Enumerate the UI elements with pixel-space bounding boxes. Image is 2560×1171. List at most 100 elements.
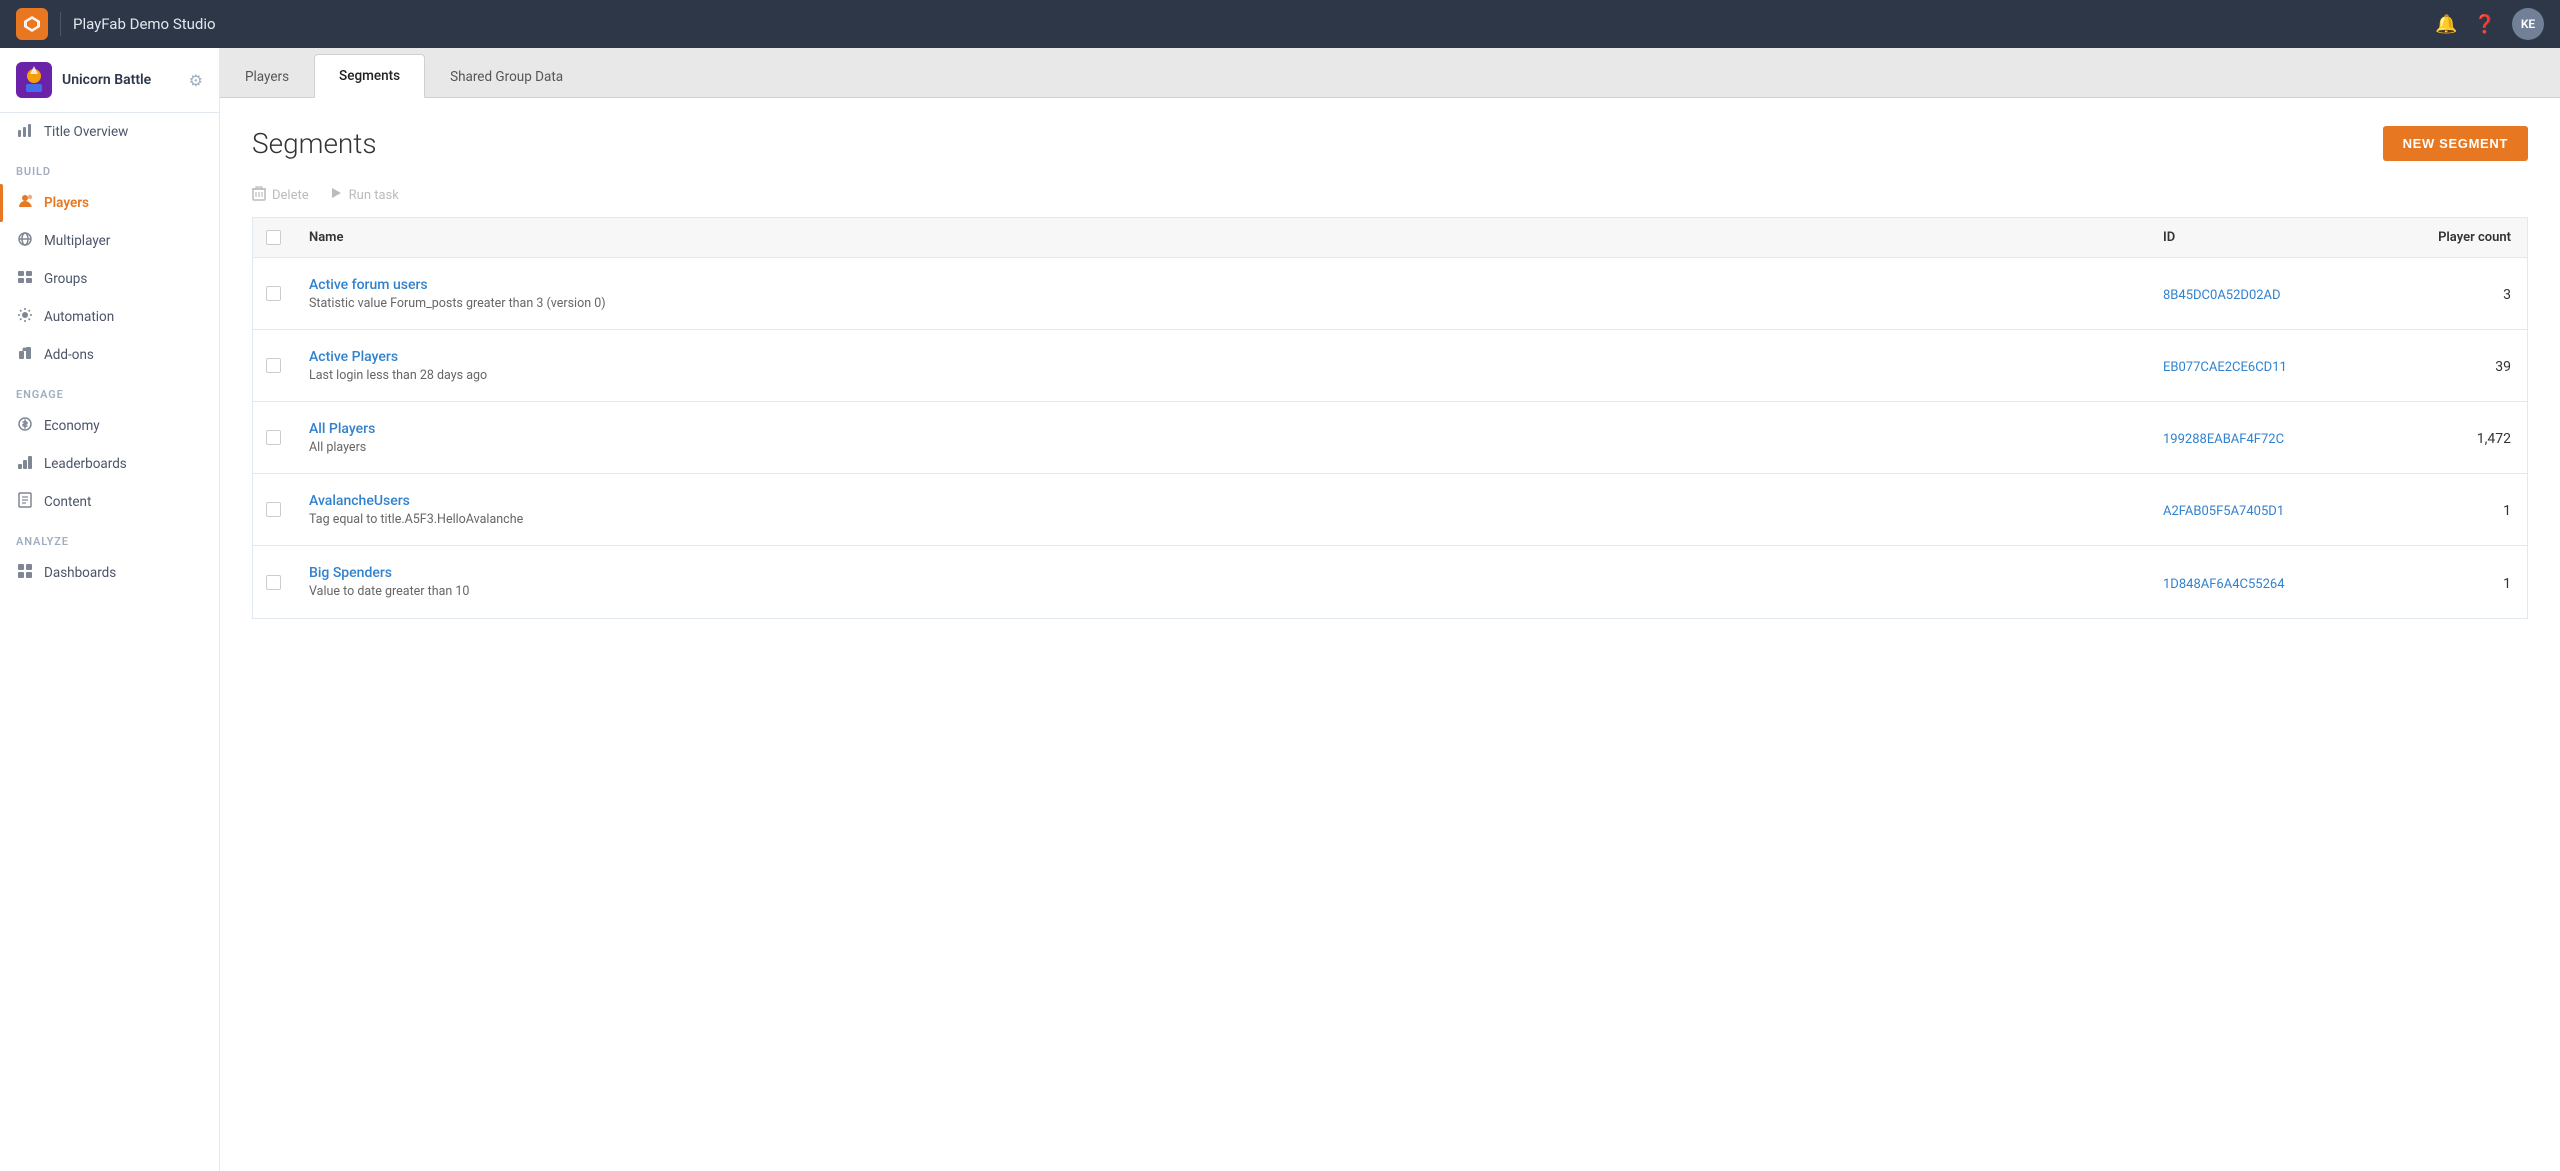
select-all-checkbox[interactable] (266, 230, 281, 245)
segment-desc: Last login less than 28 days ago (309, 368, 2131, 383)
nav-actions: 🔔 ❓ KE (2435, 8, 2544, 40)
sidebar-item-players[interactable]: Players (0, 184, 219, 222)
help-icon[interactable]: ❓ (2474, 14, 2496, 35)
run-task-label: Run task (349, 188, 399, 203)
row-5-checkbox[interactable] (266, 575, 281, 590)
table-row: Big Spenders Value to date greater than … (253, 546, 2527, 618)
toolbar: Delete Run task (252, 185, 2528, 217)
segment-id-link[interactable]: EB077CAE2CE6CD11 (2163, 360, 2287, 375)
app-logo[interactable] (16, 8, 48, 40)
row-1-id-cell: 8B45DC0A52D02AD (2147, 272, 2367, 315)
segment-name-link[interactable]: Active Players (309, 349, 2131, 365)
sidebar-item-title-overview[interactable]: Title Overview (0, 113, 219, 151)
main-content: Players Segments Shared Group Data Segme… (220, 48, 2560, 1171)
row-3-id-cell: 199288EABAF4F72C (2147, 416, 2367, 459)
automation-icon (16, 307, 34, 327)
player-count: 1 (2503, 576, 2511, 592)
sidebar-item-content[interactable]: Content (0, 483, 219, 521)
sidebar-item-label: Groups (44, 271, 87, 287)
addons-icon (16, 345, 34, 365)
row-5-count-cell: 1 (2367, 561, 2527, 604)
new-segment-button[interactable]: NEW SEGMENT (2383, 126, 2528, 161)
header-checkbox-cell (253, 230, 293, 245)
row-2-name-cell: Active Players Last login less than 28 d… (293, 337, 2147, 395)
segment-name-link[interactable]: Active forum users (309, 277, 2131, 293)
table-row: All Players All players 199288EABAF4F72C… (253, 402, 2527, 474)
sidebar-item-label: Add-ons (44, 347, 94, 363)
row-4-id-cell: A2FAB05F5A7405D1 (2147, 488, 2367, 531)
row-3-name-cell: All Players All players (293, 409, 2147, 467)
sidebar-item-economy[interactable]: Economy (0, 407, 219, 445)
player-count: 1,472 (2477, 431, 2511, 447)
engage-section-label: ENGAGE (0, 374, 219, 407)
segment-name-link[interactable]: AvalancheUsers (309, 493, 2131, 509)
player-count: 1 (2503, 503, 2511, 519)
table-row: Active Players Last login less than 28 d… (253, 330, 2527, 402)
page-header: Segments NEW SEGMENT (252, 126, 2528, 161)
sidebar-item-groups[interactable]: Groups (0, 260, 219, 298)
overview-icon (16, 122, 34, 142)
sidebar-item-leaderboards[interactable]: Leaderboards (0, 445, 219, 483)
row-2-count-cell: 39 (2367, 344, 2527, 387)
segment-id-link[interactable]: 8B45DC0A52D02AD (2163, 288, 2281, 303)
segment-id-link[interactable]: 1D848AF6A4C55264 (2163, 577, 2285, 592)
header-name: Name (293, 230, 2147, 245)
sidebar-item-multiplayer[interactable]: Multiplayer (0, 222, 219, 260)
sidebar-item-label: Leaderboards (44, 456, 127, 472)
row-1-name-cell: Active forum users Statistic value Forum… (293, 265, 2147, 323)
player-count: 39 (2495, 359, 2511, 375)
user-avatar[interactable]: KE (2512, 8, 2544, 40)
segment-id-link[interactable]: 199288EABAF4F72C (2163, 432, 2284, 447)
settings-icon[interactable]: ⚙ (189, 71, 203, 90)
groups-icon (16, 269, 34, 289)
multiplayer-icon (16, 231, 34, 251)
row-1-count-cell: 3 (2367, 272, 2527, 315)
row-4-name-cell: AvalancheUsers Tag equal to title.A5F3.H… (293, 481, 2147, 539)
row-2-checkbox[interactable] (266, 358, 281, 373)
row-checkbox-cell (253, 502, 293, 517)
row-4-checkbox[interactable] (266, 502, 281, 517)
tab-segments[interactable]: Segments (314, 54, 425, 98)
table-row: AvalancheUsers Tag equal to title.A5F3.H… (253, 474, 2527, 546)
delete-label: Delete (272, 188, 309, 203)
row-5-name-cell: Big Spenders Value to date greater than … (293, 553, 2147, 611)
sidebar-item-automation[interactable]: Automation (0, 298, 219, 336)
leaderboards-icon (16, 454, 34, 474)
row-3-checkbox[interactable] (266, 430, 281, 445)
dashboards-icon (16, 563, 34, 583)
analyze-section-label: ANALYZE (0, 521, 219, 554)
run-task-icon (329, 186, 343, 204)
segment-desc: Tag equal to title.A5F3.HelloAvalanche (309, 512, 2131, 527)
sidebar: Unicorn Battle ⚙ Title Overview BUILD (0, 48, 220, 1171)
player-count: 3 (2503, 287, 2511, 303)
tab-shared-group-data[interactable]: Shared Group Data (425, 54, 588, 98)
game-icon (16, 62, 52, 98)
row-3-count-cell: 1,472 (2367, 416, 2527, 459)
segment-name-link[interactable]: Big Spenders (309, 565, 2131, 581)
delete-icon (252, 185, 266, 205)
notification-icon[interactable]: 🔔 (2435, 14, 2457, 35)
players-icon (16, 193, 34, 213)
sidebar-item-label: Dashboards (44, 565, 116, 581)
sidebar-item-label: Content (44, 494, 91, 510)
segment-id-link[interactable]: A2FAB05F5A7405D1 (2163, 504, 2284, 519)
row-checkbox-cell (253, 358, 293, 373)
sidebar-item-addons[interactable]: Add-ons (0, 336, 219, 374)
segment-desc: All players (309, 440, 2131, 455)
game-header: Unicorn Battle ⚙ (0, 48, 219, 113)
run-task-action: Run task (329, 186, 399, 204)
row-1-checkbox[interactable] (266, 286, 281, 301)
row-checkbox-cell (253, 286, 293, 301)
row-2-id-cell: EB077CAE2CE6CD11 (2147, 344, 2367, 387)
row-5-id-cell: 1D848AF6A4C55264 (2147, 561, 2367, 604)
economy-icon (16, 416, 34, 436)
header-player-count: Player count (2367, 230, 2527, 245)
segment-name-link[interactable]: All Players (309, 421, 2131, 437)
tab-players[interactable]: Players (220, 54, 314, 98)
delete-action: Delete (252, 185, 309, 205)
row-checkbox-cell (253, 575, 293, 590)
sidebar-item-label: Economy (44, 418, 100, 434)
top-nav: PlayFab Demo Studio 🔔 ❓ KE (0, 0, 2560, 48)
sidebar-item-dashboards[interactable]: Dashboards (0, 554, 219, 592)
tab-bar: Players Segments Shared Group Data (220, 48, 2560, 98)
